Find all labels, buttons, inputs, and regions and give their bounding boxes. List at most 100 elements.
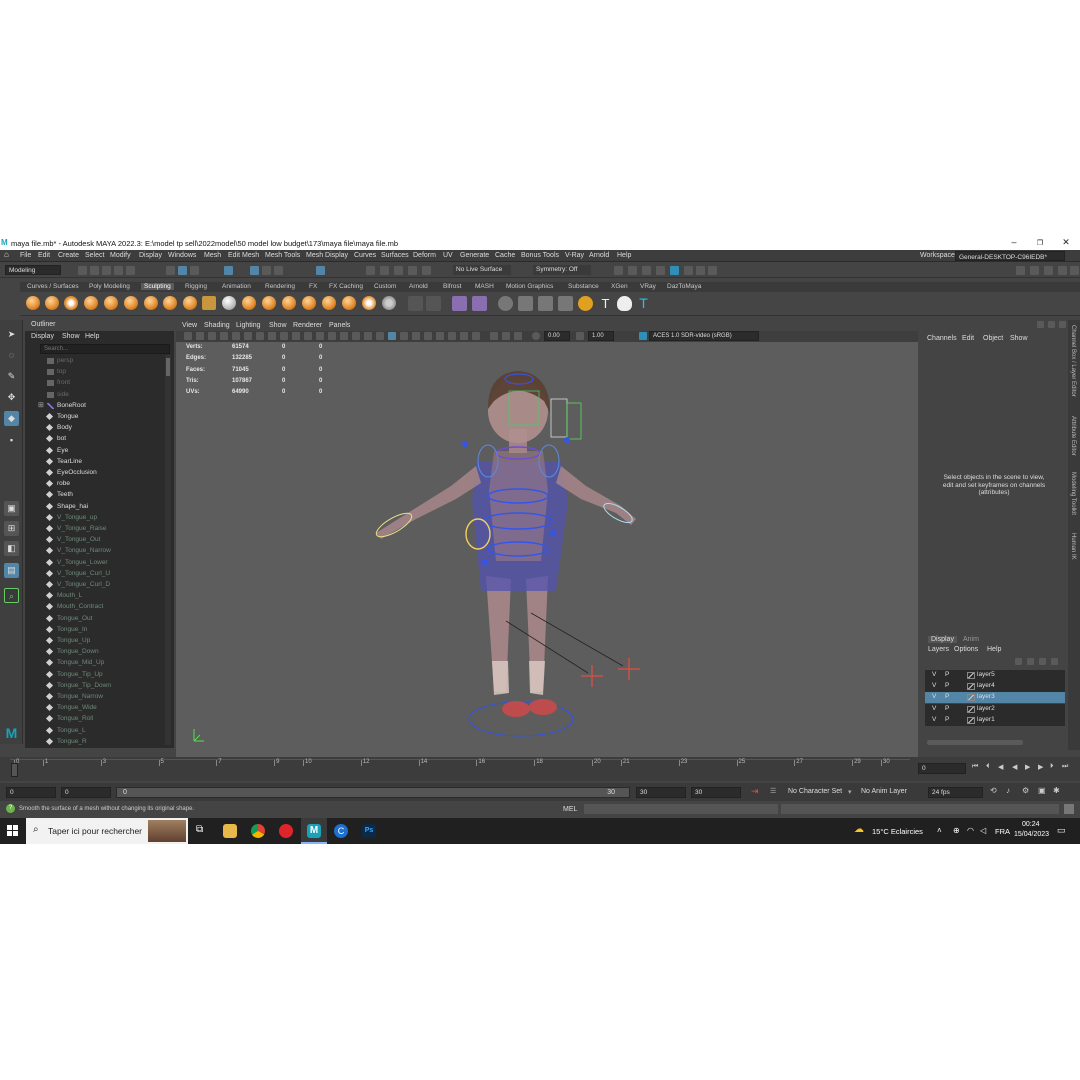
wax-tool-icon[interactable] — [222, 296, 236, 310]
step-back-key-icon[interactable]: ⏴ — [986, 763, 990, 771]
knife-tool-icon[interactable] — [282, 296, 296, 310]
layer-color-swatch[interactable] — [967, 716, 975, 724]
menu-mesh-display[interactable]: Mesh Display — [306, 252, 348, 259]
menu-file[interactable]: File — [20, 252, 31, 259]
outliner-item[interactable]: top — [25, 367, 165, 378]
range-end-field[interactable]: 30 — [691, 787, 741, 798]
snap-view-icon[interactable] — [274, 266, 283, 275]
outliner-item[interactable]: Tongue_Out — [25, 614, 165, 625]
channels-menu-channels[interactable]: Channels — [927, 335, 957, 342]
layer-color-swatch[interactable] — [967, 694, 975, 702]
tab-substance[interactable]: Substance — [565, 283, 602, 290]
tab-xgen[interactable]: XGen — [608, 283, 631, 290]
graph-editor-icon[interactable] — [452, 296, 467, 311]
layer-scrollbar[interactable] — [927, 740, 1023, 745]
ipr-render-icon[interactable] — [422, 266, 431, 275]
tab-animation[interactable]: Animation — [219, 283, 254, 290]
layer-visibility-toggle[interactable]: V — [932, 716, 936, 723]
output-ops-icon[interactable] — [394, 266, 403, 275]
move-tool-icon[interactable]: ✥ — [4, 390, 19, 405]
four-view-icon[interactable]: ⊞ — [4, 521, 19, 536]
playback-options-icon[interactable]: ⚙ — [1022, 786, 1029, 795]
outliner-menu-help[interactable]: Help — [85, 333, 99, 340]
menu-edit[interactable]: Edit — [38, 252, 50, 259]
taskbar-search-box[interactable]: ⌕ Taper ici pour rechercher — [26, 818, 188, 844]
toggle-modeling-toolkit-icon[interactable] — [1016, 266, 1025, 275]
layer-row[interactable]: V Player1 — [925, 714, 1065, 726]
layer-row[interactable]: V Player4 — [925, 681, 1065, 693]
toggle-layout-icon[interactable] — [1070, 266, 1079, 275]
smooth-tool-icon[interactable] — [45, 296, 59, 310]
layer-playback-toggle[interactable]: P — [945, 716, 949, 723]
ipr-icon[interactable] — [642, 266, 651, 275]
weather-icon[interactable]: ☁ — [854, 824, 864, 835]
character-set-label[interactable]: No Character Set — [788, 788, 842, 795]
snap-grid-icon[interactable] — [224, 266, 233, 275]
channel-box-close-icon[interactable] — [1059, 321, 1066, 328]
tab-fx-caching[interactable]: FX Caching — [326, 283, 366, 290]
outliner-item[interactable]: Mouth_Contract — [25, 602, 165, 613]
layer-playback-toggle[interactable]: P — [945, 682, 949, 689]
volume-icon[interactable]: ◁ — [980, 826, 986, 835]
channels-menu-edit[interactable]: Edit — [962, 335, 974, 342]
outliner-item[interactable]: Tongue_L — [25, 726, 165, 737]
save-scene-icon[interactable] — [102, 266, 111, 275]
select-by-component-icon[interactable] — [190, 266, 199, 275]
menu-uv[interactable]: UV — [443, 252, 453, 259]
new-scene-icon[interactable] — [78, 266, 87, 275]
language-indicator[interactable]: FRA — [995, 827, 1010, 836]
show-hidden-icons-icon[interactable]: ˄ — [937, 826, 942, 835]
render-view-icon[interactable] — [614, 266, 623, 275]
layer-visibility-toggle[interactable]: V — [932, 682, 936, 689]
side-tab-channel-box[interactable]: Channel Box / Layer Editor — [1070, 325, 1076, 397]
select-by-hierarchy-icon[interactable] — [166, 266, 175, 275]
menu-curves[interactable]: Curves — [354, 252, 376, 259]
current-time-marker[interactable] — [11, 763, 18, 777]
toggle-tool-settings-icon[interactable] — [1044, 266, 1053, 275]
wifi-icon[interactable]: ◠ — [967, 826, 974, 835]
viewport-panel[interactable]: View Shading Lighting Show Renderer Pane… — [176, 321, 918, 757]
current-frame-field[interactable]: 0 — [918, 763, 966, 774]
outliner-item[interactable]: Tongue_Down — [25, 647, 165, 658]
task-view-icon[interactable]: ⧉ — [196, 824, 203, 835]
make-live-icon[interactable] — [316, 266, 325, 275]
channels-menu-object[interactable]: Object — [983, 335, 1003, 342]
outliner-item[interactable]: Shape_hai — [25, 502, 165, 513]
outliner-scroll-thumb[interactable] — [166, 358, 170, 376]
side-tab-attribute-editor[interactable]: Attribute Editor — [1070, 416, 1076, 456]
tab-motion-graphics[interactable]: Motion Graphics — [503, 283, 556, 290]
wrap-icon[interactable] — [558, 296, 573, 311]
layer-row[interactable]: V Player3 — [925, 692, 1065, 704]
outliner-item[interactable]: Tongue_Wide — [25, 703, 165, 714]
layer-row[interactable]: V Player2 — [925, 703, 1065, 715]
time-slider[interactable]: 0 1 3 5 7 9 10 12 14 16 18 20 21 23 25 27 29 30 0 ⏮ ⏴ ◀ ◀… — [0, 757, 1080, 781]
windows-start-icon[interactable] — [7, 825, 19, 837]
play-forwards-icon[interactable]: ▶ — [1025, 763, 1030, 771]
maximize-button[interactable]: ❐ — [1030, 239, 1050, 247]
character-set-icon[interactable]: ☰ — [770, 787, 776, 795]
outliner-item[interactable]: Eye — [25, 446, 165, 457]
outliner-item[interactable]: V_Tongue_Narrow — [25, 546, 165, 557]
play-backwards-icon[interactable]: ◀ — [1012, 763, 1017, 771]
snap-point-icon[interactable] — [262, 266, 271, 275]
new-layer-from-selection-icon[interactable] — [1051, 658, 1058, 665]
menu-surfaces[interactable]: Surfaces — [381, 252, 409, 259]
freeze-tool-icon[interactable] — [362, 296, 376, 310]
open-scene-icon[interactable] — [90, 266, 99, 275]
menu-generate[interactable]: Generate — [460, 252, 489, 259]
menu-select[interactable]: Select — [85, 252, 104, 259]
mel-command-input[interactable] — [584, 804, 778, 814]
outliner-item[interactable]: TearLine — [25, 457, 165, 468]
tab-curves-surfaces[interactable]: Curves / Surfaces — [24, 283, 82, 290]
imprint-tool-icon[interactable] — [202, 296, 216, 310]
render-frame-icon[interactable] — [408, 266, 417, 275]
menu-windows[interactable]: Windows — [168, 252, 196, 259]
symmetry-field[interactable]: Symmetry: Off — [533, 265, 591, 275]
redo-icon[interactable] — [126, 266, 135, 275]
photoshop-icon[interactable]: Ps — [362, 824, 376, 838]
go-to-end-icon[interactable]: ⏭ — [1062, 763, 1068, 771]
outliner-item[interactable]: V_Tongue_Curl_D — [25, 580, 165, 591]
persp-graph-icon[interactable]: ▤ — [4, 563, 19, 578]
playback-start-field[interactable]: 0 — [61, 787, 111, 798]
select-by-object-icon[interactable] — [178, 266, 187, 275]
